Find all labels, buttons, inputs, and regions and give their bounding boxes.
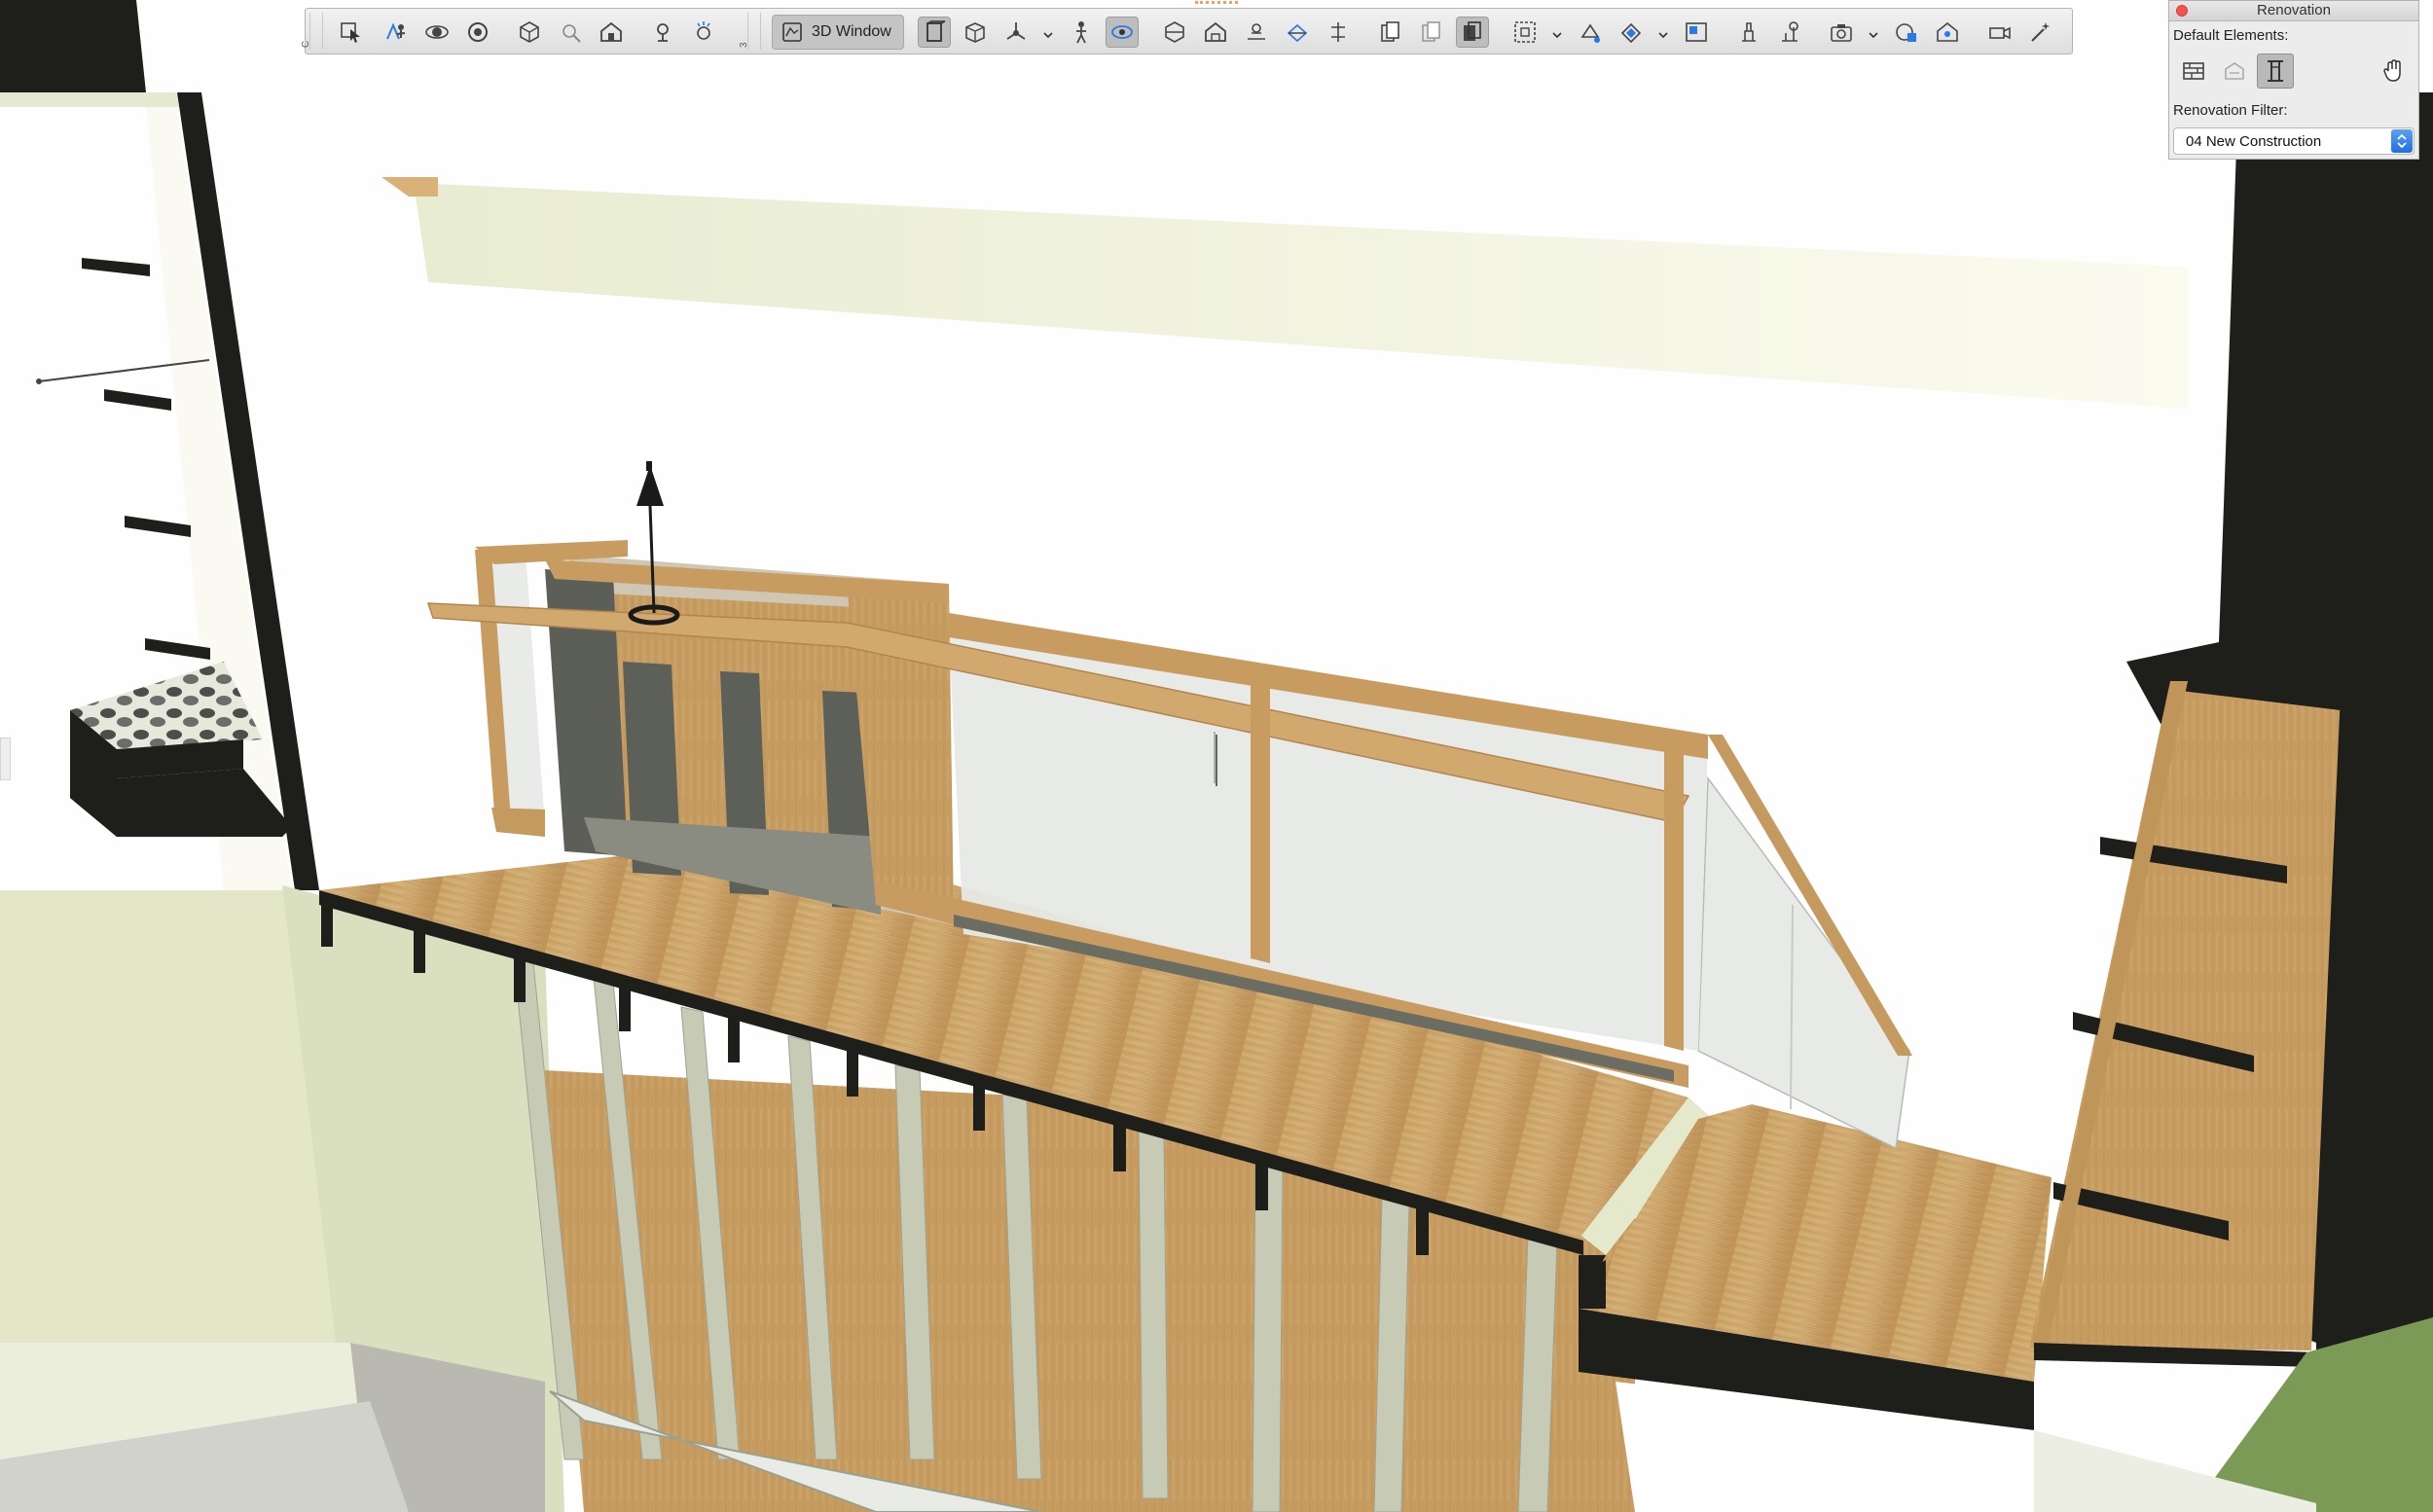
renovation-titlebar[interactable]: Renovation: [2169, 1, 2418, 21]
magic-wand-icon[interactable]: [2024, 17, 2057, 48]
fit-view-icon[interactable]: [513, 17, 546, 48]
video-camera-icon[interactable]: [1983, 17, 2016, 48]
new-element-button[interactable]: [2257, 54, 2294, 89]
copy-icon[interactable]: [1415, 17, 1448, 48]
select-arrows-icon[interactable]: [2391, 129, 2413, 153]
default-elements-label: Default Elements:: [2173, 27, 2289, 44]
home-plan-icon[interactable]: [1199, 17, 1232, 48]
floor-icon[interactable]: [1240, 17, 1273, 48]
selection-arrow-icon[interactable]: [335, 17, 368, 48]
renovation-palette: Renovation Default Elements: Renovation …: [2168, 0, 2419, 160]
view-toolbar: C 3 3D Window: [301, 8, 2073, 54]
toolbar-grip-mid[interactable]: 3: [739, 13, 761, 50]
wireframe-icon[interactable]: [1281, 17, 1314, 48]
hand-tool-button[interactable]: [2376, 54, 2413, 89]
layout-icon[interactable]: [1680, 17, 1713, 48]
chevron-down-icon[interactable]: [1043, 30, 1053, 40]
sun-study-icon[interactable]: [1931, 17, 1964, 48]
existing-element-button[interactable]: [2175, 54, 2212, 89]
wall-icon[interactable]: [918, 17, 951, 48]
new-element-icon: [2268, 60, 2283, 82]
walk-icon[interactable]: [380, 17, 413, 48]
renovation-filter-value: 04 New Construction: [2186, 133, 2322, 150]
light-icon[interactable]: [646, 17, 679, 48]
renovation-filter-label: Renovation Filter:: [2173, 102, 2288, 119]
paint-icon[interactable]: [1574, 17, 1607, 48]
layer-icon[interactable]: [1456, 17, 1489, 48]
side-panel-handle[interactable]: [0, 738, 11, 780]
brush-icon[interactable]: [1732, 17, 1765, 48]
hand-icon: [2383, 59, 2401, 82]
marquee-icon[interactable]: [1508, 17, 1542, 48]
elevation-icon[interactable]: [1322, 17, 1355, 48]
demolish-element-button[interactable]: [2216, 54, 2253, 89]
chevron-down-icon[interactable]: [1658, 30, 1668, 40]
filter-cut-icon[interactable]: [554, 17, 587, 48]
sun-icon[interactable]: [687, 17, 720, 48]
section-icon[interactable]: [1158, 17, 1191, 48]
toolbar-grip-label: C: [301, 40, 311, 48]
camera-icon[interactable]: [1825, 17, 1858, 48]
existing-element-icon: [2183, 62, 2204, 80]
3d-window-icon: [782, 22, 802, 42]
tree-icon[interactable]: [1773, 17, 1806, 48]
left-wall-section: [0, 0, 146, 92]
3d-viewport[interactable]: [0, 0, 2433, 1512]
orbit-icon[interactable]: [420, 17, 454, 48]
chevron-down-icon[interactable]: [1869, 30, 1878, 40]
3d-window-label: 3D Window: [812, 23, 891, 40]
demolish-element-icon: [2225, 62, 2244, 80]
box-icon[interactable]: [959, 17, 992, 48]
close-icon[interactable]: [2176, 5, 2188, 17]
render-icon[interactable]: [1890, 17, 1923, 48]
toolbar-overflow-indicator[interactable]: [1195, 1, 1238, 8]
stack-icon[interactable]: [1374, 17, 1407, 48]
toolbar-grip-left[interactable]: C: [301, 13, 323, 50]
renovation-title: Renovation: [2257, 2, 2331, 18]
chevron-down-icon[interactable]: [1552, 30, 1562, 40]
axonometry-icon[interactable]: [999, 17, 1033, 48]
material-icon[interactable]: [1615, 17, 1648, 48]
eye-hand-icon[interactable]: [1106, 17, 1139, 48]
toolbar-grip-label: 3: [739, 42, 749, 48]
person-icon[interactable]: [1065, 17, 1098, 48]
3d-window-button[interactable]: 3D Window: [772, 15, 904, 50]
renovation-filter-select[interactable]: 04 New Construction: [2173, 127, 2415, 155]
rotate-view-icon[interactable]: [461, 17, 494, 48]
house-icon[interactable]: [595, 17, 628, 48]
